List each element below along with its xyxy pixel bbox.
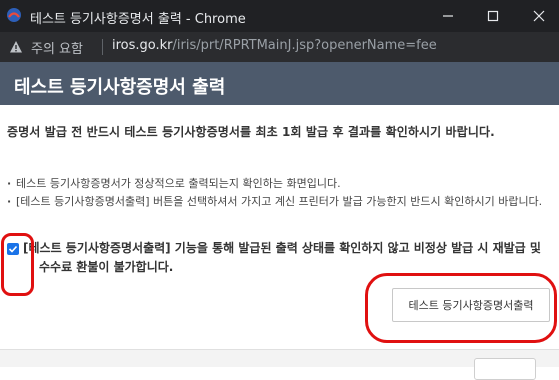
close-icon[interactable] xyxy=(529,6,549,26)
red-highlight-print-button xyxy=(365,273,557,343)
agreement-text: [테스트 등기사항증명서출력] 기능을 통해 발급된 출력 상태를 확인하지 않… xyxy=(23,241,541,274)
list-item: [테스트 등기사항증명서출력] 버튼을 선택하셔서 가지고 계신 프린터가 발급… xyxy=(7,193,552,211)
address-separator xyxy=(102,39,103,55)
red-highlight-checkbox xyxy=(1,233,34,296)
minimize-icon[interactable] xyxy=(438,6,458,26)
footer-button[interactable] xyxy=(474,358,536,380)
agreement-row: [테스트 등기사항증명서출력] 기능을 통해 발급된 출력 상태를 확인하지 않… xyxy=(7,239,555,277)
security-status-label[interactable]: 주의 요함 xyxy=(31,38,83,57)
window-title: 테스트 등기사항증명서 출력 - Chrome xyxy=(30,12,246,27)
page-title: 테스트 등기사항증명서 출력 xyxy=(14,77,226,98)
url-path: /iris/prt/RPRTMainJ.jsp?openerName=fee xyxy=(172,38,437,53)
url-host: iros.go.kr xyxy=(112,38,173,53)
warning-icon[interactable] xyxy=(9,40,23,54)
intro-text: 증명서 발급 전 반드시 테스트 등기사항증명서를 최초 1회 발급 후 결과를… xyxy=(7,125,495,139)
site-logo-icon xyxy=(7,8,21,22)
list-item: 테스트 등기사항증명서가 정상적으로 출력되는지 확인하는 화면입니다. xyxy=(7,175,552,193)
maximize-icon[interactable] xyxy=(483,6,503,26)
address-bar[interactable]: 주의 요함 iros.go.kr/iris/prt/RPRTMainJ.jsp?… xyxy=(0,32,559,62)
info-list: 테스트 등기사항증명서가 정상적으로 출력되는지 확인하는 화면입니다. [테스… xyxy=(7,175,552,211)
url-text[interactable]: iros.go.kr/iris/prt/RPRTMainJ.jsp?opener… xyxy=(112,38,437,53)
browser-title-bar: 테스트 등기사항증명서 출력 - Chrome xyxy=(0,0,559,32)
page-header: 테스트 등기사항증명서 출력 xyxy=(0,62,559,105)
